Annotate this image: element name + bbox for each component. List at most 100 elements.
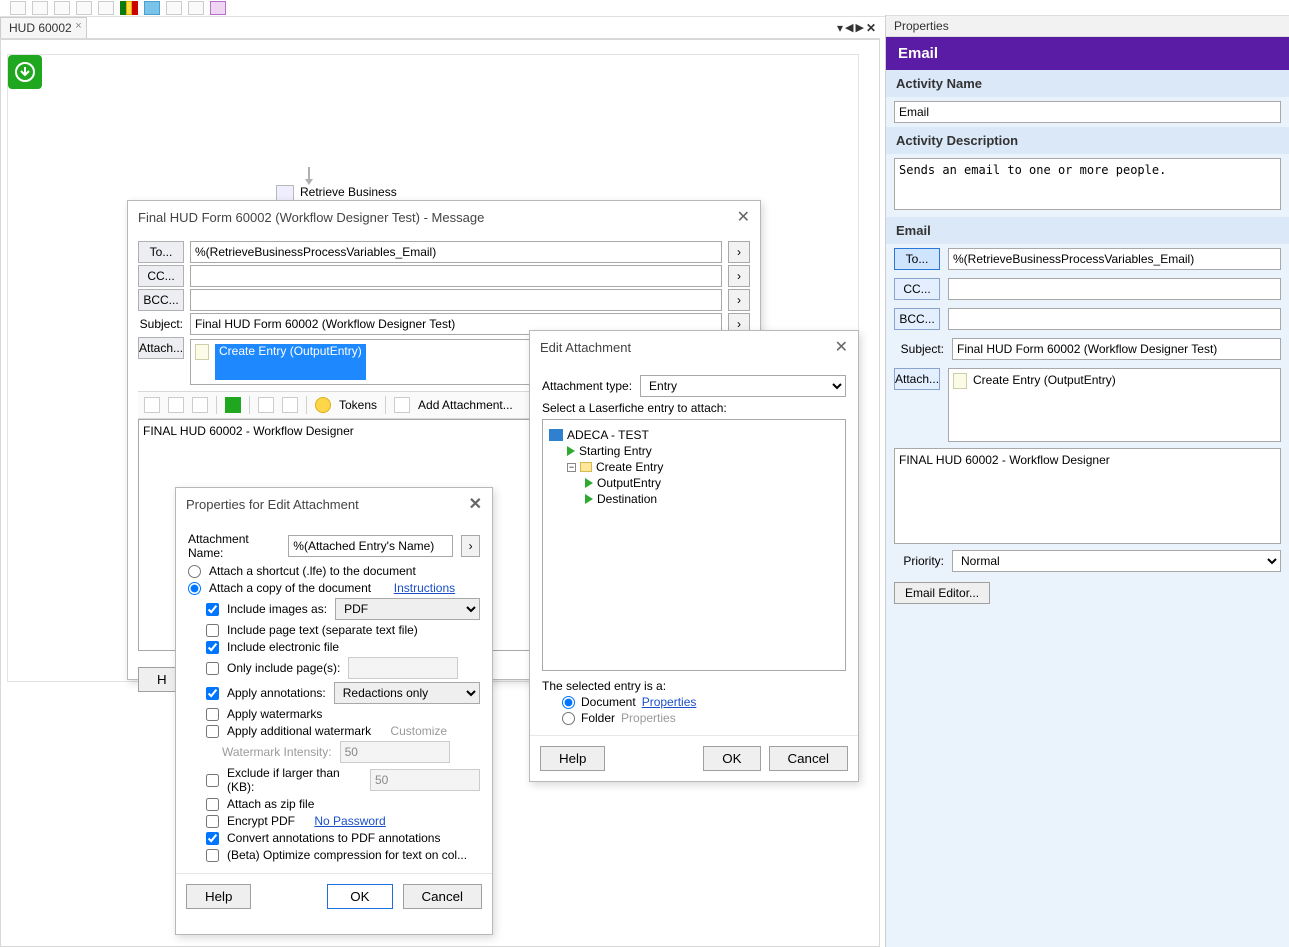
cc-button[interactable]: CC...	[138, 265, 184, 287]
entry-arrow-icon	[585, 478, 593, 488]
undo-icon[interactable]	[225, 397, 241, 413]
close-icon[interactable]: ✕	[835, 337, 848, 357]
additional-watermark-checkbox[interactable]	[206, 725, 219, 738]
prev-icon[interactable]: ◀	[845, 21, 853, 34]
ok-button[interactable]: OK	[703, 746, 760, 771]
attachment-icon[interactable]	[394, 397, 410, 413]
attach-shortcut-radio[interactable]	[188, 565, 201, 578]
toolbar-icon[interactable]	[210, 1, 226, 15]
document-radio[interactable]	[562, 696, 575, 709]
close-icon[interactable]: ×	[75, 20, 81, 32]
encrypt-pdf-checkbox[interactable]	[206, 815, 219, 828]
include-images-checkbox[interactable]	[206, 603, 219, 616]
to-button[interactable]: To...	[894, 248, 940, 270]
email-editor-button[interactable]: Email Editor...	[894, 582, 990, 604]
bcc-button[interactable]: BCC...	[138, 289, 184, 311]
customize-link-disabled: Customize	[390, 724, 447, 738]
include-pagetext-checkbox[interactable]	[206, 624, 219, 637]
to-button[interactable]: To...	[138, 241, 184, 263]
tree-node[interactable]: Starting Entry	[579, 444, 652, 458]
paste-icon[interactable]	[192, 397, 208, 413]
instructions-link[interactable]: Instructions	[394, 581, 455, 595]
attach-copy-radio[interactable]	[188, 582, 201, 595]
cancel-button[interactable]: Cancel	[769, 746, 849, 771]
only-pages-checkbox[interactable]	[206, 662, 219, 675]
attachment-type-select[interactable]: Entry	[640, 375, 846, 397]
bcc-input[interactable]	[948, 308, 1281, 330]
tree-node[interactable]: Destination	[597, 492, 657, 506]
include-efile-checkbox[interactable]	[206, 641, 219, 654]
attach-button[interactable]: Attach...	[894, 368, 940, 390]
properties-edit-attachment-window: Properties for Edit Attachment ✕ Attachm…	[175, 487, 493, 935]
exclude-size-label: Exclude if larger than (KB):	[227, 766, 362, 794]
token-picker-button[interactable]: ›	[728, 289, 750, 311]
next-icon[interactable]: ▶	[855, 21, 863, 34]
tokens-label[interactable]: Tokens	[339, 398, 377, 412]
image-format-select[interactable]: PDF	[335, 598, 480, 620]
encrypt-pdf-label: Encrypt PDF	[227, 814, 295, 828]
toolbar-icon[interactable]	[76, 1, 92, 15]
activity-description-input[interactable]: Sends an email to one or more people.	[894, 158, 1281, 210]
priority-select[interactable]: Normal	[952, 550, 1281, 572]
toolbar-icon[interactable]	[166, 1, 182, 15]
ok-button[interactable]: OK	[327, 884, 392, 909]
attachment-name-input[interactable]	[288, 535, 453, 557]
toolbar-icon[interactable]	[98, 1, 114, 15]
token-picker-button[interactable]: ›	[728, 241, 750, 263]
help-button[interactable]: Help	[540, 746, 605, 771]
toolbar-icon[interactable]	[282, 397, 298, 413]
cc-input[interactable]	[190, 265, 722, 287]
toolbar-icon[interactable]	[10, 1, 26, 15]
beta-optimize-checkbox[interactable]	[206, 849, 219, 862]
no-password-link[interactable]: No Password	[314, 814, 385, 828]
toolbar-icon[interactable]	[258, 397, 274, 413]
cc-button[interactable]: CC...	[894, 278, 940, 300]
tree-node[interactable]: OutputEntry	[597, 476, 661, 490]
to-input[interactable]	[190, 241, 722, 263]
cancel-button[interactable]: Cancel	[403, 884, 483, 909]
toolbar-icon[interactable]	[54, 1, 70, 15]
close-all-icon[interactable]: ✕	[866, 21, 876, 35]
apply-annotations-checkbox[interactable]	[206, 687, 219, 700]
exclude-size-checkbox[interactable]	[206, 774, 219, 787]
subject-label: Subject:	[137, 317, 183, 331]
entry-tree[interactable]: ADECA - TEST Starting Entry − Create Entr…	[542, 419, 846, 671]
watermark-intensity-input	[340, 741, 450, 763]
cc-input[interactable]	[948, 278, 1281, 300]
folder-radio[interactable]	[562, 712, 575, 725]
token-picker-button[interactable]: ›	[461, 535, 480, 557]
toolbar-icon[interactable]	[144, 1, 160, 15]
repository-icon	[549, 429, 563, 441]
tree-node[interactable]: ADECA - TEST	[567, 428, 649, 442]
apply-watermarks-checkbox[interactable]	[206, 708, 219, 721]
to-input[interactable]	[948, 248, 1281, 270]
bcc-input[interactable]	[190, 289, 722, 311]
properties-link[interactable]: Properties	[642, 695, 697, 709]
zip-checkbox[interactable]	[206, 798, 219, 811]
convert-annotations-checkbox[interactable]	[206, 832, 219, 845]
help-button[interactable]: Help	[186, 884, 251, 909]
tokens-icon[interactable]	[315, 397, 331, 413]
watermark-intensity-label: Watermark Intensity:	[222, 745, 332, 759]
workflow-start-node[interactable]	[8, 55, 42, 89]
dropdown-icon[interactable]: ▾	[837, 21, 843, 35]
toolbar-icon[interactable]	[188, 1, 204, 15]
bcc-button[interactable]: BCC...	[894, 308, 940, 330]
cut-icon[interactable]	[144, 397, 160, 413]
add-attachment-label[interactable]: Add Attachment...	[418, 398, 513, 412]
document-tab[interactable]: HUD 60002 ×	[0, 17, 87, 38]
tree-node[interactable]: Create Entry	[596, 460, 663, 474]
attach-button[interactable]: Attach...	[138, 337, 184, 359]
activity-name-input[interactable]	[894, 101, 1281, 123]
tree-collapse-icon[interactable]: −	[567, 463, 576, 472]
attachment-item-selected[interactable]: Create Entry (OutputEntry)	[215, 344, 366, 380]
email-body[interactable]: FINAL HUD 60002 - Workflow Designer	[894, 448, 1281, 544]
close-icon[interactable]: ✕	[469, 494, 482, 514]
attachment-item[interactable]: Create Entry (OutputEntry)	[973, 373, 1116, 387]
close-icon[interactable]: ✕	[737, 207, 750, 227]
token-picker-button[interactable]: ›	[728, 265, 750, 287]
copy-icon[interactable]	[168, 397, 184, 413]
annotations-select[interactable]: Redactions only	[334, 682, 480, 704]
toolbar-icon[interactable]	[32, 1, 48, 15]
subject-input[interactable]	[952, 338, 1281, 360]
